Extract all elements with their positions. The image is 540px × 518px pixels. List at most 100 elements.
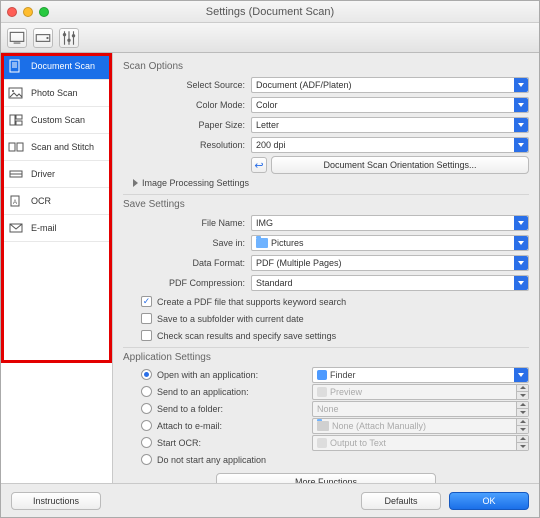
color-mode-label: Color Mode:: [123, 100, 251, 110]
attach-to-email-radio[interactable]: Attach to e-mail: None (Attach Manually): [141, 418, 529, 433]
chevron-down-icon: [514, 98, 528, 112]
orientation-settings-button[interactable]: Document Scan Orientation Settings...: [271, 156, 529, 174]
zoom-icon[interactable]: [39, 7, 49, 17]
email-icon: [7, 221, 25, 235]
toolbar-preferences-icon[interactable]: [59, 28, 79, 48]
sidebar-item-document-scan[interactable]: Document Scan: [1, 53, 112, 80]
image-processing-disclosure[interactable]: Image Processing Settings: [133, 178, 529, 188]
stepper-icon: [516, 419, 528, 433]
sidebar-item-driver[interactable]: Driver: [1, 161, 112, 188]
toolbar: [1, 23, 539, 53]
do-not-start-radio[interactable]: Do not start any application: [141, 452, 529, 467]
radio-icon: [141, 437, 152, 448]
finder-icon: [317, 370, 327, 380]
attach-email-dropdown[interactable]: None (Attach Manually): [312, 418, 529, 434]
chevron-down-icon: [514, 118, 528, 132]
window-controls: [7, 7, 49, 17]
open-with-dropdown[interactable]: Finder: [312, 367, 529, 383]
sidebar-item-label: Document Scan: [31, 61, 95, 71]
start-ocr-dropdown[interactable]: Output to Text: [312, 435, 529, 451]
sidebar-item-label: Driver: [31, 169, 55, 179]
chevron-down-icon: [514, 138, 528, 152]
save-in-dropdown[interactable]: Pictures: [251, 235, 529, 251]
settings-window: Settings (Document Scan) Document Scan P…: [0, 0, 540, 518]
resolution-dropdown[interactable]: 200 dpi: [251, 137, 529, 153]
driver-icon: [7, 167, 25, 181]
sidebar-item-photo-scan[interactable]: Photo Scan: [1, 80, 112, 107]
stepper-icon: [516, 402, 528, 416]
main-panel: Scan Options Select Source: Document (AD…: [113, 53, 539, 483]
data-format-dropdown[interactable]: PDF (Multiple Pages): [251, 255, 529, 271]
data-format-label: Data Format:: [123, 258, 251, 268]
select-source-dropdown[interactable]: Document (ADF/Platen): [251, 77, 529, 93]
sidebar-item-email[interactable]: E-mail: [1, 215, 112, 242]
chevron-down-icon: [514, 256, 528, 270]
start-ocr-radio[interactable]: Start OCR: Output to Text: [141, 435, 529, 450]
radio-icon: [141, 420, 152, 431]
ocr-icon: A: [7, 194, 25, 208]
chevron-down-icon: [514, 216, 528, 230]
svg-text:A: A: [13, 200, 17, 206]
scan-options-heading: Scan Options: [123, 61, 529, 72]
stepper-icon: [516, 385, 528, 399]
toolbar-scan-from-panel-icon[interactable]: [33, 28, 53, 48]
photo-icon: [7, 86, 25, 100]
pdf-compression-label: PDF Compression:: [123, 278, 251, 288]
toolbar-scan-from-computer-icon[interactable]: [7, 28, 27, 48]
window-title: Settings (Document Scan): [1, 6, 539, 18]
close-icon[interactable]: [7, 7, 17, 17]
save-settings-heading: Save Settings: [123, 199, 529, 210]
defaults-button[interactable]: Defaults: [361, 492, 441, 510]
radio-icon: [141, 454, 152, 465]
stitch-icon: [7, 140, 25, 154]
keyword-search-checkbox-row[interactable]: Create a PDF file that supports keyword …: [141, 294, 529, 309]
paper-size-dropdown[interactable]: Letter: [251, 117, 529, 133]
file-name-label: File Name:: [123, 218, 251, 228]
divider: [123, 347, 529, 348]
radio-icon: [141, 386, 152, 397]
folder-icon: [256, 238, 268, 248]
application-settings-heading: Application Settings: [123, 352, 529, 363]
resolution-label: Resolution:: [123, 140, 251, 150]
stepper-icon: [516, 436, 528, 450]
text-icon: [317, 438, 327, 448]
send-to-folder-radio[interactable]: Send to a folder: None: [141, 401, 529, 416]
sidebar: Document Scan Photo Scan Custom Scan Sca…: [1, 53, 113, 483]
send-to-application-radio[interactable]: Send to an application: Preview: [141, 384, 529, 399]
instructions-button[interactable]: Instructions: [11, 492, 101, 510]
chevron-down-icon: [514, 368, 528, 382]
checkbox-icon: [141, 330, 152, 341]
more-functions-button[interactable]: More Functions: [216, 473, 436, 483]
checkbox-icon: [141, 313, 152, 324]
sidebar-item-label: Custom Scan: [31, 115, 85, 125]
file-name-input[interactable]: IMG: [251, 215, 529, 231]
minimize-icon[interactable]: [23, 7, 33, 17]
footer: Instructions Defaults OK: [1, 483, 539, 517]
send-to-app-dropdown[interactable]: Preview: [312, 384, 529, 400]
titlebar: Settings (Document Scan): [1, 1, 539, 23]
send-to-folder-dropdown[interactable]: None: [312, 401, 529, 417]
color-mode-dropdown[interactable]: Color: [251, 97, 529, 113]
sidebar-item-ocr[interactable]: A OCR: [1, 188, 112, 215]
folder-icon: [317, 421, 329, 431]
sidebar-item-scan-and-stitch[interactable]: Scan and Stitch: [1, 134, 112, 161]
disclosure-triangle-icon: [133, 179, 138, 187]
check-results-checkbox-row[interactable]: Check scan results and specify save sett…: [141, 328, 529, 343]
select-source-label: Select Source:: [123, 80, 251, 90]
subfolder-checkbox-row[interactable]: Save to a subfolder with current date: [141, 311, 529, 326]
paper-size-label: Paper Size:: [123, 120, 251, 130]
checkbox-icon: [141, 296, 152, 307]
custom-icon: [7, 113, 25, 127]
chevron-down-icon: [514, 236, 528, 250]
sidebar-item-label: Scan and Stitch: [31, 142, 94, 152]
sidebar-item-label: Photo Scan: [31, 88, 78, 98]
open-with-application-radio[interactable]: Open with an application: Finder: [141, 367, 529, 382]
reset-default-icon[interactable]: ↩: [251, 157, 267, 173]
sidebar-item-custom-scan[interactable]: Custom Scan: [1, 107, 112, 134]
ok-button[interactable]: OK: [449, 492, 529, 510]
chevron-down-icon: [514, 78, 528, 92]
pdf-compression-dropdown[interactable]: Standard: [251, 275, 529, 291]
save-in-label: Save in:: [123, 238, 251, 248]
divider: [123, 194, 529, 195]
radio-icon: [141, 403, 152, 414]
